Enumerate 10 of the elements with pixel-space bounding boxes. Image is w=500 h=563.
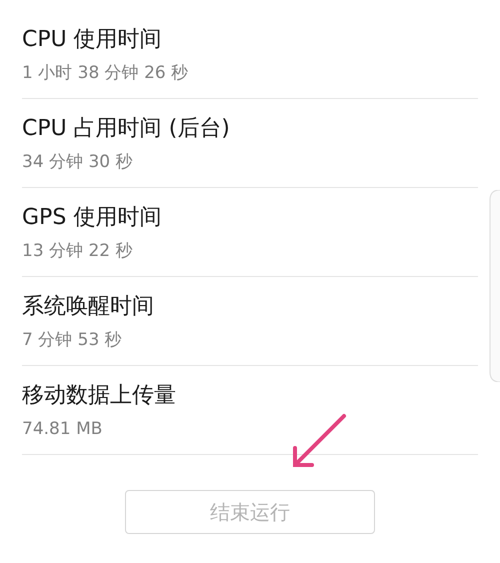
item-value: 1 小时 38 分钟 26 秒 <box>22 62 188 85</box>
item-value: 74.81 MB <box>22 418 102 441</box>
item-title: CPU 占用时间 (后台) <box>22 115 230 143</box>
item-title: 系统唤醒时间 <box>22 293 154 321</box>
item-value: 13 分钟 22 秒 <box>22 240 132 263</box>
item-title: GPS 使用时间 <box>22 204 162 232</box>
item-value: 7 分钟 53 秒 <box>22 329 122 352</box>
item-value: 34 分钟 30 秒 <box>22 151 132 174</box>
item-title: 移动数据上传量 <box>22 382 176 410</box>
item-title: CPU 使用时间 <box>22 26 162 54</box>
